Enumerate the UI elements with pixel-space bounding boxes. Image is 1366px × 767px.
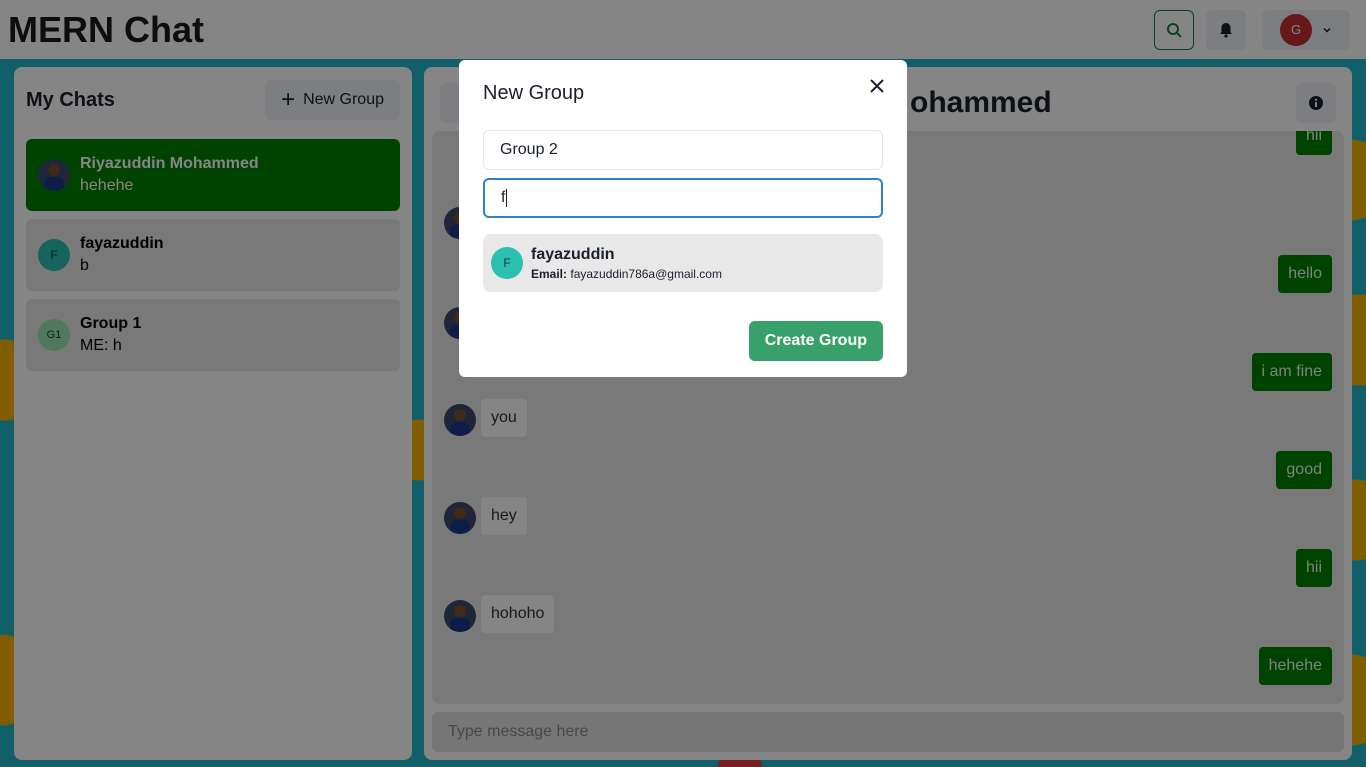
new-group-modal: New Group Group 2 f F fayazuddin Email: …	[459, 60, 907, 377]
email-label: Email:	[531, 266, 568, 281]
text-caret	[506, 189, 508, 207]
user-result-name: fayazuddin	[531, 245, 615, 263]
avatar: F	[491, 247, 523, 279]
close-button[interactable]	[865, 74, 889, 98]
modal-title: New Group	[483, 82, 585, 104]
group-name-input[interactable]: Group 2	[483, 130, 883, 170]
close-icon	[870, 79, 884, 93]
user-result-email: Email: fayazuddin786a@gmail.com	[531, 267, 722, 281]
create-group-button[interactable]: Create Group	[748, 321, 883, 361]
user-result-text: fayazuddin Email: fayazuddin786a@gmail.c…	[531, 246, 722, 281]
user-search-input[interactable]: f	[483, 178, 883, 218]
group-name-value: Group 2	[500, 141, 558, 158]
user-search-result[interactable]: F fayazuddin Email: fayazuddin786a@gmail…	[483, 234, 883, 292]
user-search-value: f	[501, 189, 506, 206]
email-value: fayazuddin786a@gmail.com	[570, 266, 722, 281]
